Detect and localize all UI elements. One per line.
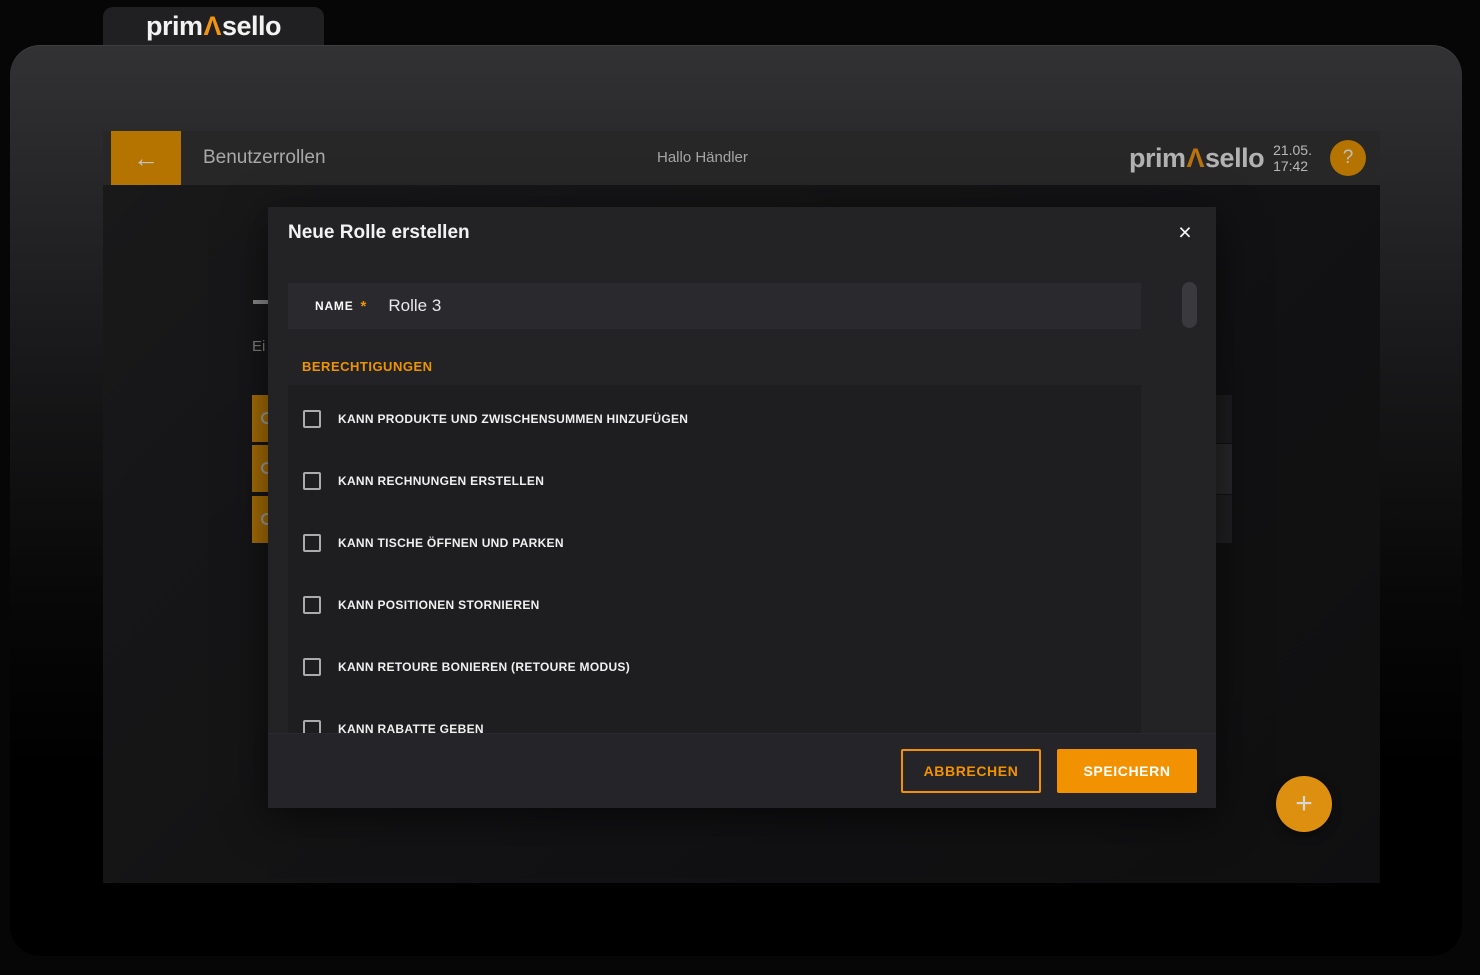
dialog-footer: ABBRECHEN SPEICHERN <box>268 733 1216 808</box>
checkbox-unchecked-icon[interactable] <box>303 472 321 490</box>
add-role-button[interactable]: + <box>1276 776 1332 832</box>
browser-tab[interactable]: primΛsello <box>103 7 324 45</box>
permission-row[interactable]: KANN RETOURE BONIEREN (RETOURE MODUS) <box>288 636 1141 698</box>
permission-row[interactable]: KANN RECHNUNGEN ERSTELLEN <box>288 450 1141 512</box>
permission-row[interactable]: KANN RABATTE GEBEN <box>288 698 1141 733</box>
logo-lambda-icon: Λ <box>203 10 221 41</box>
page: primΛsello ← Benutzerrollen Hallo Händle… <box>0 0 1480 975</box>
permission-row[interactable]: KANN PRODUKTE UND ZWISCHENSUMMEN HINZUFÜ… <box>288 388 1141 450</box>
name-field-label: NAME <box>315 299 354 313</box>
permissions-list: KANN PRODUKTE UND ZWISCHENSUMMEN HINZUFÜ… <box>288 385 1141 733</box>
checkbox-unchecked-icon[interactable] <box>303 596 321 614</box>
name-field[interactable]: NAME * Rolle 3 <box>288 283 1141 329</box>
name-field-value[interactable]: Rolle 3 <box>388 296 441 316</box>
permission-label: KANN RECHNUNGEN ERSTELLEN <box>338 474 545 488</box>
close-icon: × <box>1178 219 1192 245</box>
plus-icon: + <box>1295 787 1313 820</box>
dialog-title: Neue Rolle erstellen <box>288 222 470 243</box>
permission-label: KANN POSITIONEN STORNIEREN <box>338 598 540 612</box>
permission-label: KANN TISCHE ÖFFNEN UND PARKEN <box>338 536 564 550</box>
permission-row[interactable]: KANN TISCHE ÖFFNEN UND PARKEN <box>288 512 1141 574</box>
permission-label: KANN PRODUKTE UND ZWISCHENSUMMEN HINZUFÜ… <box>338 412 689 426</box>
primasello-logo: primΛsello <box>145 10 282 41</box>
permissions-heading: BERECHTIGUNGEN <box>302 359 433 374</box>
checkbox-unchecked-icon[interactable] <box>303 410 321 428</box>
save-button[interactable]: SPEICHERN <box>1057 749 1197 793</box>
close-button[interactable]: × <box>1170 217 1200 247</box>
dialog-scrollbar-thumb[interactable] <box>1182 282 1197 328</box>
checkbox-unchecked-icon[interactable] <box>303 534 321 552</box>
create-role-dialog: Neue Rolle erstellen × NAME * Rolle 3 BE… <box>268 207 1216 808</box>
checkbox-unchecked-icon[interactable] <box>303 658 321 676</box>
permission-label: KANN RABATTE GEBEN <box>338 722 484 733</box>
permission-label: KANN RETOURE BONIEREN (RETOURE MODUS) <box>338 660 631 674</box>
cancel-button[interactable]: ABBRECHEN <box>901 749 1041 793</box>
checkbox-unchecked-icon[interactable] <box>303 720 321 733</box>
required-asterisk: * <box>360 297 367 315</box>
permission-row[interactable]: KANN POSITIONEN STORNIEREN <box>288 574 1141 636</box>
